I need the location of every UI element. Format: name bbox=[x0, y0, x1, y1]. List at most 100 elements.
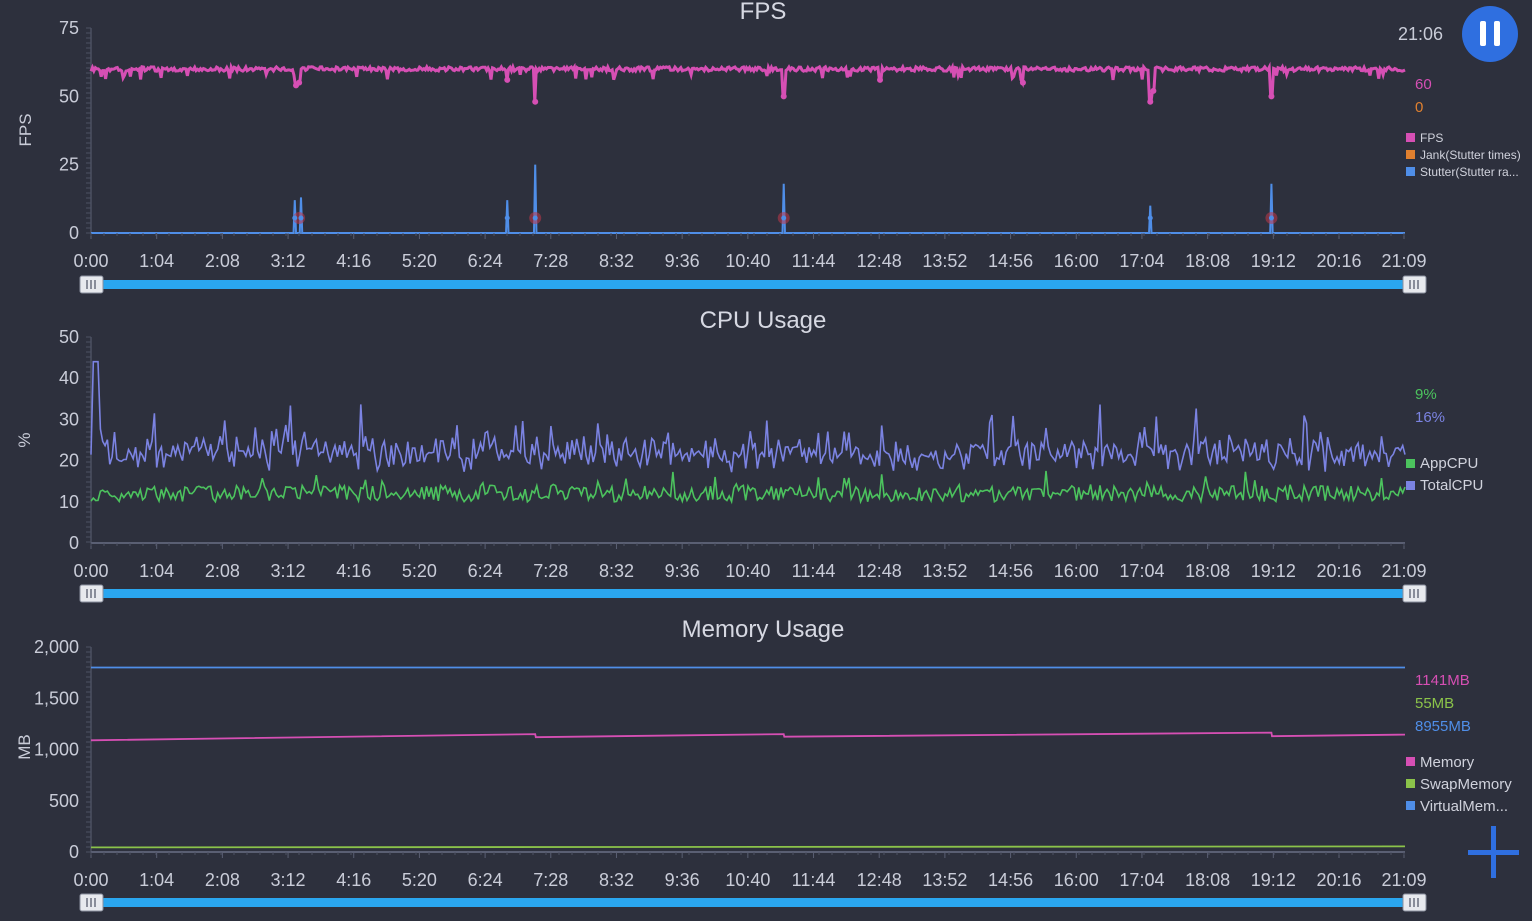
legend-item-fps[interactable]: FPS bbox=[1406, 131, 1443, 145]
x-tick-label: 2:08 bbox=[205, 251, 240, 271]
x-tick-label: 0:00 bbox=[73, 870, 108, 890]
memory-y-minor-ticks bbox=[86, 646, 91, 853]
y-tick-label: 0 bbox=[69, 842, 79, 862]
memory-zoom-slider[interactable] bbox=[79, 893, 1427, 912]
cpu-y-minor-ticks bbox=[86, 336, 91, 543]
x-tick-label: 12:48 bbox=[857, 870, 902, 890]
x-tick-label: 1:04 bbox=[139, 870, 174, 890]
x-tick-label: 20:16 bbox=[1316, 870, 1361, 890]
x-tick-label: 4:16 bbox=[336, 251, 371, 271]
memory-zoom-range[interactable] bbox=[92, 898, 1412, 907]
stutter-point bbox=[298, 215, 304, 221]
fps-zoom-range[interactable] bbox=[92, 280, 1412, 289]
stutter-markers bbox=[292, 211, 1278, 224]
x-tick-label: 14:56 bbox=[988, 561, 1033, 581]
svg-text:Jank(Stutter times): Jank(Stutter times) bbox=[1420, 148, 1521, 162]
y-tick-label: 25 bbox=[59, 155, 79, 175]
legend-item-swapmemory[interactable]: SwapMemory bbox=[1406, 776, 1512, 793]
x-tick-label: 8:32 bbox=[599, 561, 634, 581]
x-tick-label: 21:09 bbox=[1381, 561, 1426, 581]
x-tick-label: 10:40 bbox=[725, 870, 770, 890]
x-tick-label: 13:52 bbox=[922, 561, 967, 581]
fps-zoom-handle-start[interactable] bbox=[79, 275, 104, 294]
x-tick-label: 21:09 bbox=[1381, 870, 1426, 890]
svg-text:FPS: FPS bbox=[1420, 131, 1443, 145]
cpu-y-axis-label: % bbox=[15, 432, 34, 447]
memory-zoom-handle-start[interactable] bbox=[79, 893, 104, 912]
fps-dip-point bbox=[532, 98, 539, 105]
x-tick-label: 18:08 bbox=[1185, 561, 1230, 581]
x-tick-label: 17:04 bbox=[1119, 251, 1164, 271]
x-tick-label: 10:40 bbox=[725, 561, 770, 581]
x-tick-label: 19:12 bbox=[1251, 561, 1296, 581]
fps-y-ticks: 0 25 50 75 bbox=[59, 18, 79, 243]
x-tick-label: 20:16 bbox=[1316, 561, 1361, 581]
stutter-point bbox=[781, 215, 787, 221]
cpu-chart-title: CPU Usage bbox=[700, 307, 827, 334]
cpu-legend: AppCPU TotalCPU bbox=[1406, 455, 1483, 494]
totalcpu-current-value: 16% bbox=[1415, 409, 1445, 426]
fps-dip-point bbox=[504, 76, 511, 83]
fps-dip-point bbox=[1147, 98, 1154, 105]
cpu-zoom-slider[interactable] bbox=[79, 584, 1427, 603]
y-tick-label: 30 bbox=[59, 409, 79, 429]
y-tick-label: 0 bbox=[69, 223, 79, 243]
plus-icon bbox=[1468, 826, 1519, 878]
legend-item-memory[interactable]: Memory bbox=[1406, 754, 1475, 771]
pause-button[interactable] bbox=[1462, 6, 1518, 62]
jank-current-value: 0 bbox=[1415, 99, 1423, 116]
x-tick-label: 0:00 bbox=[73, 251, 108, 271]
legend-item-virtualmem[interactable]: VirtualMem... bbox=[1406, 798, 1508, 815]
legend-item-stutter[interactable]: Stutter(Stutter ra... bbox=[1406, 165, 1519, 179]
fps-zoom-slider[interactable] bbox=[79, 275, 1427, 294]
cpu-zoom-handle-end[interactable] bbox=[1402, 584, 1427, 603]
totalcpu-series-line bbox=[90, 360, 1406, 474]
x-tick-label: 5:20 bbox=[402, 251, 437, 271]
x-tick-label: 9:36 bbox=[665, 561, 700, 581]
x-tick-label: 5:20 bbox=[402, 561, 437, 581]
x-tick-label: 12:48 bbox=[857, 251, 902, 271]
stutter-point bbox=[504, 215, 510, 221]
memory-zoom-handle-end[interactable] bbox=[1402, 893, 1427, 912]
x-tick-label: 19:12 bbox=[1251, 251, 1296, 271]
appcpu-series-line bbox=[90, 470, 1406, 505]
fps-current-value: 60 bbox=[1415, 76, 1432, 93]
stutter-point bbox=[1147, 215, 1153, 221]
cpu-zoom-handle-start[interactable] bbox=[79, 584, 104, 603]
x-tick-label: 9:36 bbox=[665, 870, 700, 890]
fps-x-ticks: 0:00 1:04 2:08 3:12 4:16 5:20 6:24 7:28 8:32 9:36… bbox=[73, 233, 1427, 271]
legend-item-totalcpu[interactable]: TotalCPU bbox=[1406, 477, 1483, 494]
memory-chart: Memory Usage MB 0 500 1,000 1,500 2,000 0:00… bbox=[15, 616, 1512, 912]
x-tick-label: 1:04 bbox=[139, 561, 174, 581]
legend-item-jank[interactable]: Jank(Stutter times) bbox=[1406, 148, 1521, 162]
y-tick-label: 1,000 bbox=[34, 740, 79, 760]
y-tick-label: 75 bbox=[59, 18, 79, 38]
stutter-series-line bbox=[91, 164, 1405, 234]
x-tick-label: 14:56 bbox=[988, 251, 1033, 271]
fps-dip-point bbox=[780, 93, 787, 100]
fps-dip-point bbox=[296, 79, 303, 86]
legend-item-appcpu[interactable]: AppCPU bbox=[1406, 455, 1478, 472]
x-tick-label: 19:12 bbox=[1251, 870, 1296, 890]
memory-series-line bbox=[90, 731, 1406, 742]
y-tick-label: 10 bbox=[59, 492, 79, 512]
fps-dip-point bbox=[1268, 93, 1275, 100]
fps-zoom-handle-end[interactable] bbox=[1402, 275, 1427, 294]
svg-text:AppCPU: AppCPU bbox=[1420, 455, 1478, 472]
x-tick-label: 18:08 bbox=[1185, 251, 1230, 271]
add-button[interactable] bbox=[1468, 826, 1519, 878]
x-tick-label: 5:20 bbox=[402, 870, 437, 890]
x-tick-label: 14:56 bbox=[988, 870, 1033, 890]
x-tick-label: 0:00 bbox=[73, 561, 108, 581]
cpu-zoom-range[interactable] bbox=[92, 589, 1412, 598]
x-tick-label: 17:04 bbox=[1119, 870, 1164, 890]
fps-legend: FPS Jank(Stutter times) Stutter(Stutter … bbox=[1406, 131, 1521, 179]
x-tick-label: 8:32 bbox=[599, 870, 634, 890]
fps-dip-point bbox=[1150, 87, 1157, 94]
y-tick-label: 50 bbox=[59, 327, 79, 347]
swapmemory-series-line bbox=[90, 845, 1406, 849]
svg-text:SwapMemory: SwapMemory bbox=[1420, 776, 1512, 793]
memory-chart-title: Memory Usage bbox=[682, 616, 845, 643]
memory-current-value: 1141MB bbox=[1415, 672, 1470, 689]
x-tick-label: 13:52 bbox=[922, 870, 967, 890]
